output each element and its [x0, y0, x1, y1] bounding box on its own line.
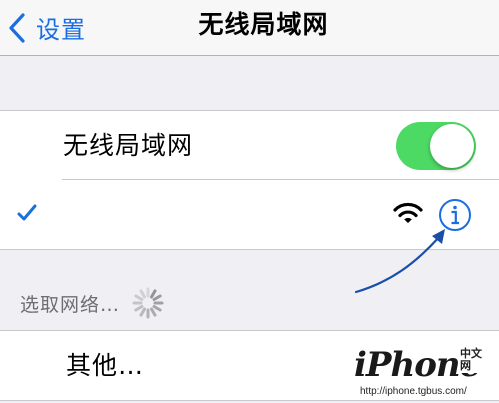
choose-network-label: 选取网络…: [20, 293, 121, 316]
watermark: iPhone 中文网 http://iphone.tgbus.com/: [354, 345, 494, 401]
page-title: 无线局域网: [198, 10, 329, 39]
spinner-spoke: [152, 305, 162, 312]
spinner-spoke: [150, 307, 157, 317]
spinner-spoke: [139, 289, 147, 299]
connected-network-row[interactable]: [0, 180, 499, 249]
spinner-spoke: [134, 305, 144, 312]
watermark-url: http://iphone.tgbus.com/: [358, 386, 469, 397]
toggle-knob: [430, 124, 474, 168]
wifi-signal-icon: [393, 202, 423, 223]
info-icon[interactable]: [438, 198, 472, 232]
wifi-toggle-row: 无线局域网: [0, 111, 499, 180]
watermark-badge: 中文网: [458, 347, 494, 373]
spinner-spoke: [139, 307, 147, 317]
wifi-toggle-label: 无线局域网: [63, 131, 194, 160]
spinner-spoke: [152, 294, 162, 301]
checkmark-icon: [17, 204, 37, 221]
wifi-toggle-switch[interactable]: [396, 122, 476, 170]
wifi-settings-group: 无线局域网: [0, 110, 499, 250]
spinner-spoke: [150, 289, 157, 299]
choose-network-header: 选取网络…: [20, 283, 164, 323]
other-network-button[interactable]: 其他…: [66, 331, 144, 400]
activity-spinner-icon: [132, 287, 164, 319]
navigation-bar: 设置 无线局域网: [0, 0, 499, 56]
spinner-spoke: [134, 294, 144, 301]
